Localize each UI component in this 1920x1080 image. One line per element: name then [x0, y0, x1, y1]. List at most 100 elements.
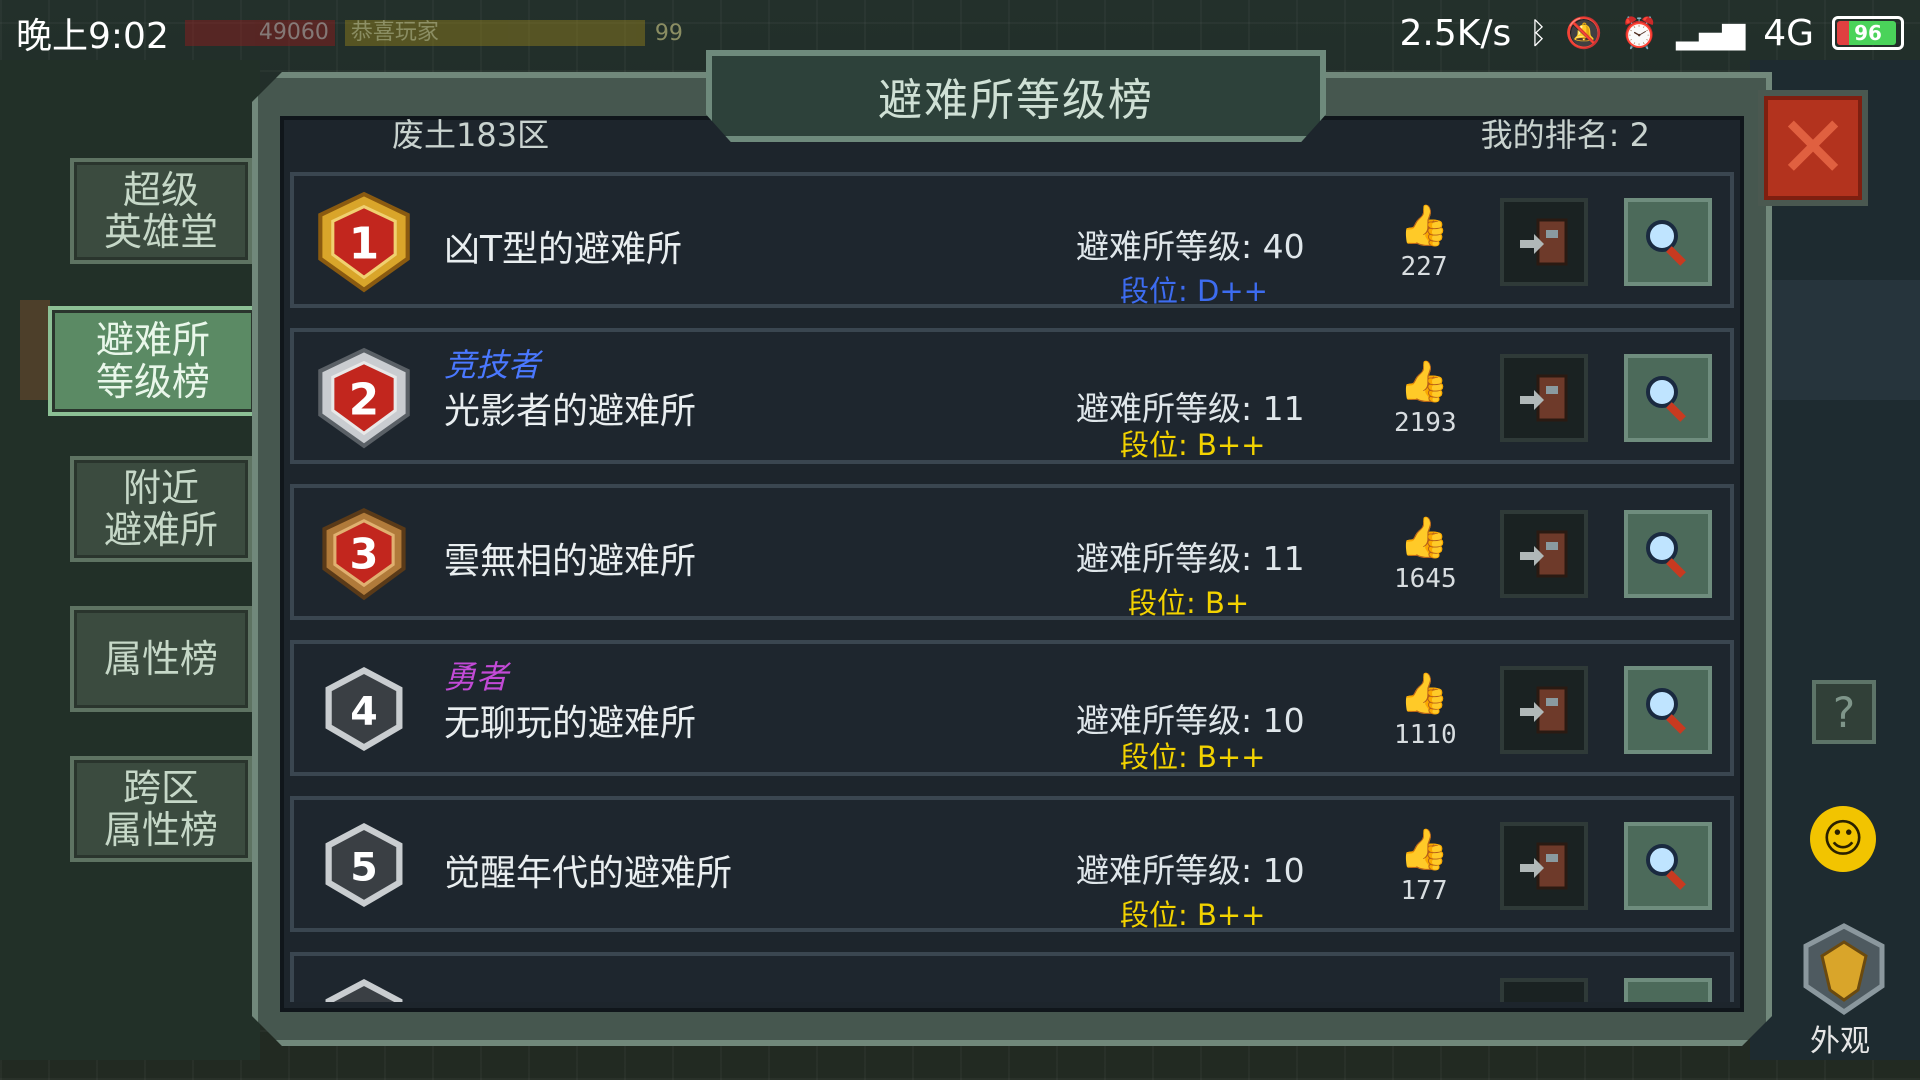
like-button[interactable]: 👍 2193 [1394, 359, 1457, 438]
enter-door-icon [1520, 374, 1568, 422]
tab-cross-region-attribute-ranking[interactable]: 跨区 属性榜 [70, 756, 252, 862]
shelter-level: 避难所等级: 11 [1076, 539, 1305, 578]
gold-rank-medal-icon: 1 [312, 190, 416, 294]
region-label: 废土183区 [392, 116, 550, 154]
like-button[interactable]: 👍 177 [1394, 830, 1454, 906]
hud-bars: 49060 恭喜玩家 99 [184, 20, 683, 46]
signal-icon: ▂▄▆ [1675, 15, 1746, 51]
appearance-label: 外观 [1810, 1024, 1870, 1059]
close-icon: ✕ [1776, 98, 1850, 198]
thumbs-up-icon: 👍 [1399, 515, 1449, 561]
ranking-row[interactable]: 1 凶T型的避难所 避难所等级: 40 段位: D++ 👍 227 [290, 172, 1734, 308]
rank-badge-icon [312, 970, 416, 1002]
like-button[interactable]: 👍 1110 [1394, 671, 1457, 750]
magnifier-icon [1646, 844, 1686, 890]
enter-door-icon [1520, 530, 1568, 578]
magnifier-icon [1646, 220, 1686, 266]
rank-badge-icon: 5 [312, 814, 416, 918]
battery-icon: 96 [1832, 16, 1904, 50]
like-button[interactable]: 👍 1645 [1394, 515, 1457, 594]
emoji-button[interactable]: ☺ [1810, 806, 1876, 872]
view-shelter-button[interactable] [1624, 354, 1712, 442]
clock: 晚上9:02 [16, 16, 169, 57]
view-shelter-button[interactable] [1624, 198, 1712, 286]
smiley-face-icon: ☺ [1822, 816, 1864, 862]
tab-shelter-level-ranking[interactable]: 避难所 等级榜 [48, 306, 258, 416]
svg-text:2: 2 [349, 375, 379, 426]
mute-bell-icon: 🔕 [1565, 15, 1603, 51]
close-button[interactable]: ✕ [1758, 90, 1868, 206]
tier-label: 段位: D++ [1120, 274, 1268, 308]
status-bar: 晚上9:02 49060 恭喜玩家 99 2.5K/s ᛒ 🔕 ⏰ ▂▄▆ 4G… [0, 0, 1920, 66]
xp-bar: 恭喜玩家 [344, 20, 645, 46]
ranking-list[interactable]: 1 凶T型的避难所 避难所等级: 40 段位: D++ 👍 227 2 竞技者 … [290, 172, 1734, 1002]
view-shelter-button[interactable] [1624, 666, 1712, 754]
thumbs-up-icon: 👍 [1399, 827, 1449, 873]
tier-label: 段位: B+ [1128, 586, 1250, 620]
magnifier-icon [1646, 376, 1686, 422]
appearance-emblem-icon [1803, 923, 1885, 1016]
thumbs-up-icon: 👍 [1399, 671, 1449, 717]
enter-shelter-button[interactable] [1500, 978, 1588, 1002]
tier-label: 段位: B++ [1120, 428, 1266, 462]
enter-shelter-button[interactable] [1500, 666, 1588, 754]
like-count: 177 [1400, 876, 1448, 906]
tab-attribute-ranking[interactable]: 属性榜 [70, 606, 252, 712]
tab-super-hero-hall[interactable]: 超级 英雄堂 [70, 158, 252, 264]
like-count: 1110 [1394, 720, 1457, 750]
view-shelter-button[interactable] [1624, 978, 1712, 1002]
enter-door-icon [1520, 218, 1568, 266]
help-button[interactable]: ? [1812, 680, 1876, 744]
thumbs-up-icon: 👍 [1399, 359, 1449, 405]
svg-text:3: 3 [350, 530, 379, 579]
shelter-level: 避难所等级: 40 [1076, 227, 1305, 266]
shelter-name: 觉醒年代的避难所 [444, 853, 733, 894]
network-type: 4G [1763, 12, 1814, 54]
tier-label: 段位: B++ [1120, 740, 1266, 774]
svg-text:1: 1 [349, 219, 379, 270]
silver-rank-medal-icon: 2 [312, 346, 416, 450]
battery-level: 96 [1854, 21, 1882, 45]
shelter-level: 避难所等级: 10 [1076, 851, 1305, 890]
enter-shelter-button[interactable] [1500, 822, 1588, 910]
view-shelter-button[interactable] [1624, 822, 1712, 910]
enter-shelter-button[interactable] [1500, 198, 1588, 286]
bronze-rank-medal-icon: 3 [312, 502, 416, 606]
hp-bar: 49060 [184, 20, 335, 46]
magnifier-icon [1646, 532, 1686, 578]
shelter-name: 雲無相的避难所 [444, 541, 697, 582]
ranking-row[interactable]: 4 勇者 无聊玩的避难所 避难所等级: 10 段位: B++ 👍 1110 [290, 640, 1734, 776]
net-speed: 2.5K/s [1399, 12, 1512, 54]
question-icon: ? [1832, 687, 1856, 737]
tab-nearby-shelters[interactable]: 附近 避难所 [70, 456, 252, 562]
bluetooth-icon: ᛒ [1529, 15, 1548, 51]
ranking-row[interactable]: 3 雲無相的避难所 避难所等级: 11 段位: B+ 👍 1645 [290, 484, 1734, 620]
thumbs-up-icon: 👍 [1399, 203, 1449, 249]
xp-level: 99 [654, 20, 683, 46]
ranking-row[interactable]: 5 觉醒年代的避难所 避难所等级: 10 段位: B++ 👍 177 [290, 796, 1734, 932]
like-count: 227 [1400, 252, 1448, 282]
player-title: 勇者 [444, 658, 509, 696]
magnifier-icon [1646, 688, 1686, 734]
my-rank-label: 我的排名: 2 [1480, 116, 1650, 154]
enter-door-icon [1520, 842, 1568, 890]
appearance-button[interactable] [1796, 920, 1892, 1020]
enter-shelter-button[interactable] [1500, 510, 1588, 598]
ranking-row-partial[interactable] [290, 952, 1734, 1002]
ranking-row[interactable]: 2 竞技者 光影者的避难所 避难所等级: 11 段位: B++ 👍 2193 [290, 328, 1734, 464]
ghost-text: 恭喜玩家 [350, 20, 439, 45]
svg-text:4: 4 [350, 689, 377, 735]
svg-text:5: 5 [350, 845, 377, 891]
enter-door-icon [1520, 686, 1568, 734]
like-button[interactable]: 👍 227 [1394, 206, 1454, 282]
alarm-icon: ⏰ [1620, 15, 1658, 51]
rank-badge-icon: 4 [312, 658, 416, 762]
shelter-name: 凶T型的避难所 [444, 229, 682, 270]
shelter-name: 光影者的避难所 [444, 391, 697, 432]
player-title: 竞技者 [444, 346, 541, 384]
like-count: 1645 [1394, 564, 1457, 594]
view-shelter-button[interactable] [1624, 510, 1712, 598]
like-count: 2193 [1394, 408, 1457, 438]
shelter-name: 无聊玩的避难所 [444, 703, 697, 744]
enter-shelter-button[interactable] [1500, 354, 1588, 442]
